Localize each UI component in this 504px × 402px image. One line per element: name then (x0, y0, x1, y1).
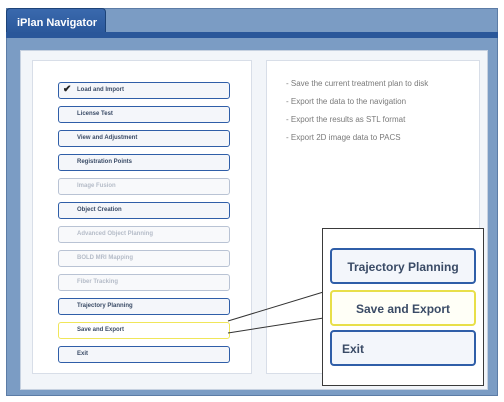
callout-line-top (227, 289, 331, 322)
trajectory-planning-button-zoomed[interactable]: Trajectory Planning (330, 248, 476, 284)
exit-button-zoomed[interactable]: Exit (330, 330, 476, 366)
button-label: Save and Export (355, 302, 451, 316)
button-label: Exit (342, 342, 365, 356)
callout-line-bottom (227, 316, 331, 334)
save-and-export-button-zoomed[interactable]: Save and Export (330, 290, 476, 326)
button-label: Trajectory Planning (347, 260, 459, 274)
